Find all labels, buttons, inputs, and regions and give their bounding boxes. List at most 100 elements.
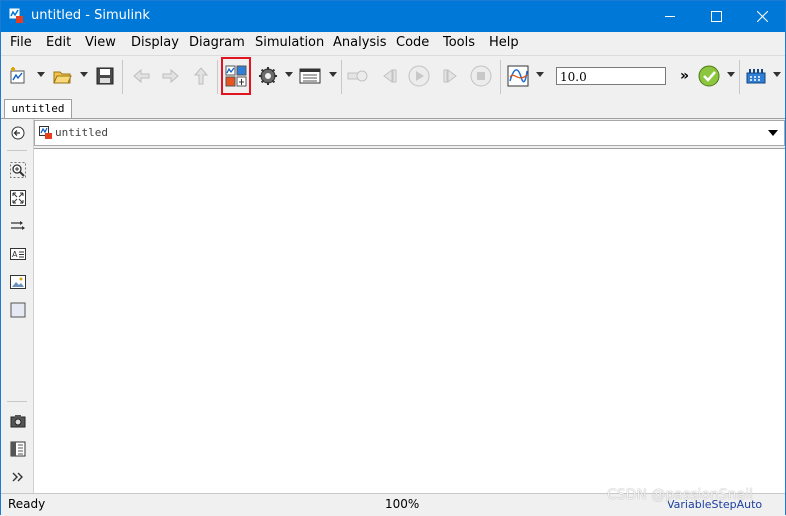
library-browser-highlight <box>221 57 251 95</box>
menu-bar: File Edit View Display Diagram Simulatio… <box>1 32 785 54</box>
annotation-icon: A <box>10 248 26 260</box>
open-icon <box>53 71 72 84</box>
maximize-icon <box>710 11 722 22</box>
maximize-button[interactable] <box>693 1 739 32</box>
menu-analysis[interactable]: Analysis <box>333 35 387 50</box>
stop-icon <box>470 65 492 87</box>
run-button[interactable] <box>408 65 430 87</box>
zoom-icon <box>10 162 26 178</box>
menu-file[interactable]: File <box>10 35 32 50</box>
palette-separator <box>7 401 27 402</box>
breadcrumb[interactable]: untitled <box>34 120 785 146</box>
menu-simulation[interactable]: Simulation <box>255 35 324 50</box>
image-icon <box>10 275 26 289</box>
open-button[interactable] <box>51 65 73 87</box>
hide-browser-button[interactable] <box>9 124 27 142</box>
breadcrumb-model-name[interactable]: untitled <box>55 126 108 139</box>
toolbar-separator <box>341 60 342 94</box>
step-back-button[interactable] <box>379 65 401 87</box>
window-title: untitled - Simulink <box>31 8 150 23</box>
close-icon <box>756 11 768 22</box>
new-model-dropdown[interactable] <box>37 72 45 77</box>
route-lines-icon <box>11 221 25 230</box>
annotation-button[interactable]: A <box>9 245 27 263</box>
menu-edit[interactable]: Edit <box>46 35 71 50</box>
svg-text:A: A <box>12 250 18 259</box>
check-icon <box>698 65 720 87</box>
build-dropdown[interactable] <box>773 72 781 77</box>
save-icon <box>96 67 114 85</box>
step-back-config-button[interactable] <box>347 65 369 87</box>
model-explorer-dropdown[interactable] <box>329 72 337 77</box>
left-palette: A <box>1 119 34 493</box>
toolbar-separator <box>739 60 740 94</box>
up-icon <box>193 67 209 85</box>
stop-time-input[interactable]: 10.0 <box>556 67 666 85</box>
model-icon <box>39 126 52 139</box>
toolbar-separator <box>217 60 218 94</box>
toolbar: 10.0 » <box>1 55 785 98</box>
close-button[interactable] <box>739 1 785 32</box>
toolbar-overflow-button[interactable]: » <box>680 68 689 84</box>
model-configuration-icon <box>259 67 277 85</box>
area-button[interactable] <box>9 301 27 319</box>
data-inspector-button[interactable] <box>507 65 529 87</box>
menu-display[interactable]: Display <box>131 35 179 50</box>
save-button[interactable] <box>94 65 116 87</box>
area-icon <box>10 302 26 318</box>
tab-untitled[interactable]: untitled <box>4 99 72 118</box>
status-text: Ready <box>8 497 46 511</box>
menu-view[interactable]: View <box>85 35 116 50</box>
new-model-icon <box>10 67 25 84</box>
menu-help[interactable]: Help <box>489 35 519 50</box>
screenshot-button[interactable] <box>9 412 27 430</box>
toolbar-separator <box>122 60 123 94</box>
menu-tools[interactable]: Tools <box>443 35 475 50</box>
route-lines-button[interactable] <box>9 217 27 235</box>
simulink-app-icon <box>9 8 23 23</box>
screenshot-icon <box>10 415 26 428</box>
data-inspector-icon <box>507 65 529 87</box>
check-dropdown[interactable] <box>727 72 735 77</box>
step-back-icon <box>347 70 368 82</box>
forward-icon <box>162 68 179 84</box>
build-icon <box>746 69 766 84</box>
zoom-level: 100% <box>385 497 420 511</box>
menu-diagram[interactable]: Diagram <box>189 35 245 50</box>
up-button[interactable] <box>190 65 212 87</box>
step-back-icon <box>383 69 397 83</box>
forward-button[interactable] <box>160 65 182 87</box>
open-dropdown[interactable] <box>80 72 88 77</box>
stop-button[interactable] <box>470 65 492 87</box>
model-configuration-dropdown[interactable] <box>285 72 293 77</box>
step-forward-button[interactable] <box>439 65 461 87</box>
palette-separator <box>7 150 27 151</box>
hide-browser-icon <box>11 126 25 140</box>
fit-to-view-button[interactable] <box>9 189 27 207</box>
title-bar: untitled - Simulink <box>1 1 785 32</box>
model-explorer-button[interactable] <box>299 65 321 87</box>
back-icon <box>133 68 150 84</box>
check-button[interactable] <box>698 65 720 87</box>
simulink-window: untitled - Simulink File Edit View Displ… <box>0 0 786 516</box>
image-button[interactable] <box>9 273 27 291</box>
fit-to-view-icon <box>10 190 26 206</box>
expand-button[interactable] <box>9 468 27 486</box>
model-configuration-button[interactable] <box>257 65 279 87</box>
model-canvas[interactable] <box>34 148 785 494</box>
minimize-icon <box>664 16 675 17</box>
new-model-button[interactable] <box>7 65 29 87</box>
model-browser-button[interactable] <box>9 440 27 458</box>
watermark: CSDN @passionSnail <box>607 487 753 503</box>
model-browser-icon <box>10 441 26 457</box>
tab-strip: untitled <box>1 98 785 119</box>
model-explorer-icon <box>299 68 321 84</box>
data-inspector-dropdown[interactable] <box>536 72 544 77</box>
zoom-button[interactable] <box>9 161 27 179</box>
run-icon <box>408 65 430 87</box>
minimize-button[interactable] <box>647 1 693 32</box>
build-button[interactable] <box>745 65 767 87</box>
chevron-down-icon[interactable] <box>768 130 778 136</box>
back-button[interactable] <box>130 65 152 87</box>
menu-code[interactable]: Code <box>396 35 429 50</box>
